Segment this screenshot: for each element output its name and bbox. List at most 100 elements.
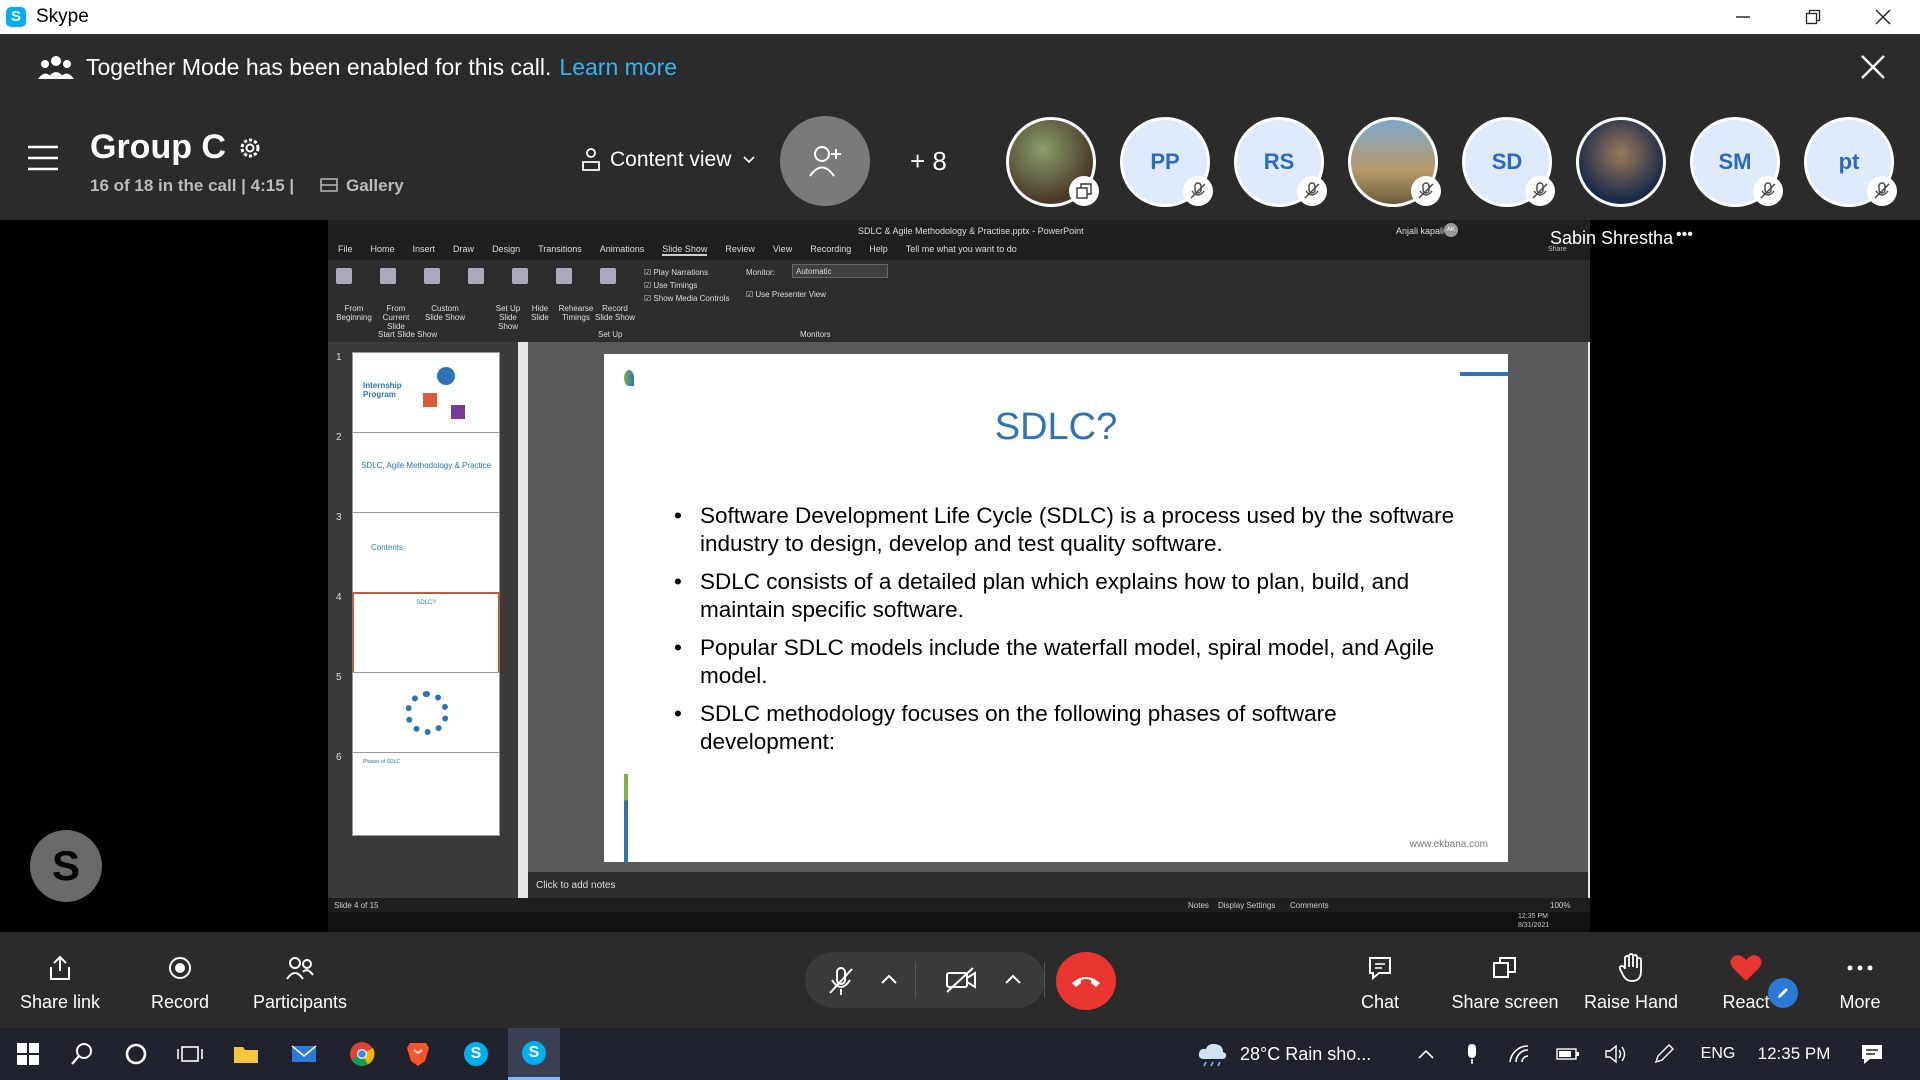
display-settings[interactable]: Display Settings <box>1218 901 1275 910</box>
microphone-tray-icon[interactable] <box>1456 1028 1488 1080</box>
tab-animations[interactable]: Animations <box>600 244 645 256</box>
record-slide-show-button[interactable]: Record Slide Show <box>594 304 636 322</box>
ppt-user-avatar[interactable]: AK <box>1444 223 1458 237</box>
show-media-controls-checkbox[interactable]: ☑ Show Media Controls <box>644 292 729 305</box>
popout-icon <box>1076 183 1092 199</box>
task-view-button[interactable] <box>166 1028 214 1080</box>
rain-cloud-icon <box>1198 1043 1227 1067</box>
from-beginning-button[interactable]: From Beginning <box>334 304 374 322</box>
presenter-more-button[interactable]: ••• <box>1676 226 1693 244</box>
start-button[interactable] <box>4 1028 52 1080</box>
use-presenter-view-checkbox[interactable]: ☑ Use Presenter View <box>746 290 826 299</box>
chevron-up-icon[interactable] <box>881 974 897 984</box>
participant-avatar-sm[interactable]: SM <box>1690 117 1783 207</box>
battery-tray-icon[interactable] <box>1552 1028 1584 1080</box>
participant-avatar-sd[interactable]: SD <box>1462 117 1555 207</box>
mic-off-icon[interactable] <box>827 966 855 996</box>
raise-hand-button[interactable]: Raise Hand <box>1576 932 1686 1028</box>
more-button[interactable]: More <box>1810 932 1910 1028</box>
participants-button[interactable]: Participants <box>240 932 360 1028</box>
restore-button[interactable] <box>1778 0 1848 34</box>
more-participants-count[interactable]: + 8 <box>910 146 947 177</box>
accent-bar-vertical <box>624 774 628 862</box>
zoom-level[interactable]: 100% <box>1550 901 1570 910</box>
pen-tray-icon[interactable] <box>1648 1028 1680 1080</box>
rehearse-timings-button[interactable]: Rehearse Timings <box>558 304 594 322</box>
gear-icon[interactable] <box>236 134 264 162</box>
slide-thumbnail-selected[interactable]: SDLC? <box>352 592 500 676</box>
share-link-button[interactable]: Share link <box>0 932 120 1028</box>
weather-icon[interactable] <box>1192 1028 1232 1080</box>
network-tray-icon[interactable] <box>1504 1028 1536 1080</box>
search-button[interactable] <box>58 1028 106 1080</box>
muted-badge <box>1525 176 1555 206</box>
tab-home[interactable]: Home <box>371 244 395 256</box>
add-participant-button[interactable] <box>780 116 870 206</box>
slide-thumbnail[interactable]: Phases of SDLC <box>352 752 500 836</box>
slide-thumbnail[interactable]: Contents <box>352 512 500 596</box>
tab-help[interactable]: Help <box>869 244 888 256</box>
notes-pane[interactable]: Click to add notes <box>528 872 1588 898</box>
tab-insert[interactable]: Insert <box>413 244 436 256</box>
taskbar-mail[interactable] <box>280 1028 328 1080</box>
monitor-select[interactable]: Automatic <box>792 264 888 278</box>
dismiss-notice-icon[interactable] <box>1860 54 1886 80</box>
volume-tray-icon[interactable] <box>1600 1028 1632 1080</box>
participant-avatar-pt[interactable]: pt <box>1804 117 1897 207</box>
record-button[interactable]: Record <box>120 932 240 1028</box>
taskbar-skype[interactable]: S <box>452 1028 500 1080</box>
slide-bullet-3: Popular SDLC models include the waterfal… <box>674 634 1460 690</box>
taskbar-chrome[interactable] <box>338 1028 386 1080</box>
chat-button[interactable]: Chat <box>1330 932 1430 1028</box>
participant-avatar-pp[interactable]: PP <box>1120 117 1213 207</box>
custom-slide-show-button[interactable]: Custom Slide Show <box>422 304 468 322</box>
edit-reaction-button[interactable] <box>1768 978 1798 1008</box>
hide-slide-button[interactable]: Hide Slide <box>526 304 554 322</box>
tab-review[interactable]: Review <box>725 244 755 256</box>
current-slide[interactable]: SDLC? Software Development Life Cycle (S… <box>604 354 1508 862</box>
end-call-button[interactable] <box>1056 952 1116 1010</box>
slide-thumbnail[interactable] <box>352 672 500 756</box>
tell-me-search[interactable]: Tell me what you want to do <box>906 244 1017 256</box>
tab-file[interactable]: File <box>338 244 353 256</box>
weather-text[interactable]: 28°C Rain sho... <box>1240 1028 1396 1080</box>
participant-avatar-1[interactable] <box>1006 117 1099 207</box>
slide-thumbnail[interactable]: Internship Program <box>352 352 500 436</box>
comments-toggle[interactable]: Comments <box>1290 901 1329 910</box>
tab-draw[interactable]: Draw <box>453 244 474 256</box>
taskbar-clock[interactable]: 12:35 PM <box>1748 1028 1840 1080</box>
show-hidden-icons-button[interactable] <box>1410 1028 1442 1080</box>
language-indicator[interactable]: ENG <box>1694 1028 1742 1080</box>
close-window-button[interactable] <box>1848 0 1918 34</box>
gallery-label[interactable]: Gallery <box>346 176 404 196</box>
participant-avatar-6[interactable] <box>1576 117 1666 207</box>
chevron-up-icon[interactable] <box>1005 974 1021 984</box>
share-screen-button[interactable]: Share screen <box>1440 932 1570 1028</box>
from-current-slide-button[interactable]: From Current Slide <box>376 304 416 331</box>
taskbar-skype-active[interactable]: S <box>508 1028 560 1080</box>
content-view-dropdown[interactable]: Content view <box>580 148 755 172</box>
use-timings-checkbox[interactable]: ☑ Use Timings <box>644 279 729 292</box>
play-narrations-checkbox[interactable]: ☑ Play Narrations <box>644 266 729 279</box>
participant-avatar-rs[interactable]: RS <box>1234 117 1327 207</box>
tab-recording[interactable]: Recording <box>810 244 851 256</box>
self-video-avatar[interactable]: S <box>30 830 102 902</box>
participant-avatar-4[interactable] <box>1348 117 1441 207</box>
tab-transitions[interactable]: Transitions <box>538 244 582 256</box>
taskbar-file-explorer[interactable] <box>222 1028 270 1080</box>
hamburger-menu-icon[interactable] <box>26 144 60 172</box>
slide-thumbnail[interactable]: SDLC, Agile Methodology & Practice <box>352 432 500 516</box>
cortana-button[interactable] <box>112 1028 160 1080</box>
notes-toggle[interactable]: Notes <box>1188 901 1209 910</box>
minimize-button[interactable] <box>1708 0 1778 34</box>
tab-design[interactable]: Design <box>492 244 520 256</box>
taskbar-brave[interactable] <box>394 1028 442 1080</box>
set-up-slide-show-button[interactable]: Set Up Slide Show <box>488 304 528 331</box>
action-center-button[interactable] <box>1852 1028 1892 1080</box>
camera-off-icon[interactable] <box>945 967 977 993</box>
tab-view[interactable]: View <box>773 244 792 256</box>
accent-bar <box>1460 372 1508 376</box>
tab-slide-show[interactable]: Slide Show <box>662 244 708 256</box>
chat-icon <box>1369 956 1391 980</box>
learn-more-link[interactable]: Learn more <box>559 54 677 81</box>
